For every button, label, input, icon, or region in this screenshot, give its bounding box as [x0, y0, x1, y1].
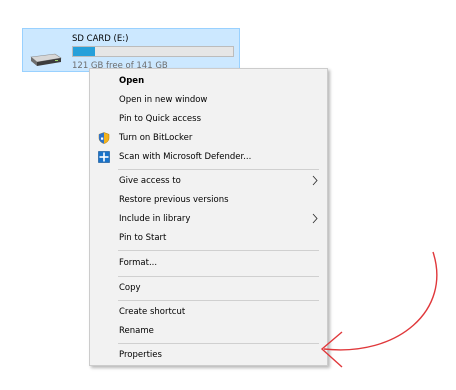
menu-item-label: Restore previous versions — [119, 195, 229, 205]
menu-item-label: Create shortcut — [119, 307, 186, 317]
menu-item-rename[interactable]: Rename — [90, 322, 327, 340]
sd-card-drive-icon — [30, 53, 62, 66]
menu-item-label: Pin to Quick access — [119, 114, 202, 124]
menu-item-label: Open in new window — [119, 95, 208, 105]
menu-item-label: Scan with Microsoft Defender... — [119, 152, 252, 162]
drive-name: SD CARD (E:) — [72, 34, 129, 44]
menu-item-format[interactable]: Format... — [90, 254, 327, 272]
context-menu: Open Open in new window Pin to Quick acc… — [89, 68, 328, 366]
bitlocker-shield-icon — [98, 132, 110, 144]
drive-capacity-fill — [73, 47, 96, 56]
menu-item-label: Copy — [119, 283, 141, 293]
menu-separator — [118, 169, 319, 170]
drive-capacity-bar — [72, 46, 234, 57]
menu-item-create-shortcut[interactable]: Create shortcut — [90, 303, 327, 321]
drive-tile-sd-card[interactable]: SD CARD (E:) 121 GB free of 141 GB — [22, 28, 240, 72]
defender-icon — [98, 151, 110, 163]
menu-item-label: Format... — [119, 258, 158, 268]
menu-item-label: Properties — [119, 350, 162, 360]
annotation-arrow — [320, 251, 438, 368]
chevron-right-icon — [312, 175, 318, 186]
menu-item-restore-versions[interactable]: Restore previous versions — [90, 191, 327, 209]
menu-item-open[interactable]: Open — [90, 72, 327, 90]
menu-separator — [118, 250, 319, 251]
annotation-arrow-curve — [323, 251, 438, 351]
menu-item-label: Turn on BitLocker — [119, 133, 193, 143]
menu-item-label: Pin to Start — [119, 233, 167, 243]
menu-item-pin-start[interactable]: Pin to Start — [90, 229, 327, 247]
menu-item-properties[interactable]: Properties — [90, 346, 327, 364]
menu-item-label: Open — [119, 76, 145, 86]
menu-item-label: Rename — [119, 326, 154, 336]
menu-item-include-library[interactable]: Include in library — [90, 210, 327, 228]
menu-item-bitlocker[interactable]: Turn on BitLocker — [90, 129, 327, 147]
menu-item-label: Give access to — [119, 176, 181, 186]
menu-separator — [118, 276, 319, 277]
menu-separator — [118, 300, 319, 301]
chevron-right-icon — [312, 213, 318, 224]
menu-item-give-access[interactable]: Give access to — [90, 172, 327, 190]
menu-item-copy[interactable]: Copy — [90, 279, 327, 297]
menu-item-pin-quick-access[interactable]: Pin to Quick access — [90, 110, 327, 128]
menu-item-label: Include in library — [119, 214, 191, 224]
menu-separator — [118, 343, 319, 344]
menu-item-scan-defender[interactable]: Scan with Microsoft Defender... — [90, 148, 327, 166]
menu-item-open-new-window[interactable]: Open in new window — [90, 91, 327, 109]
